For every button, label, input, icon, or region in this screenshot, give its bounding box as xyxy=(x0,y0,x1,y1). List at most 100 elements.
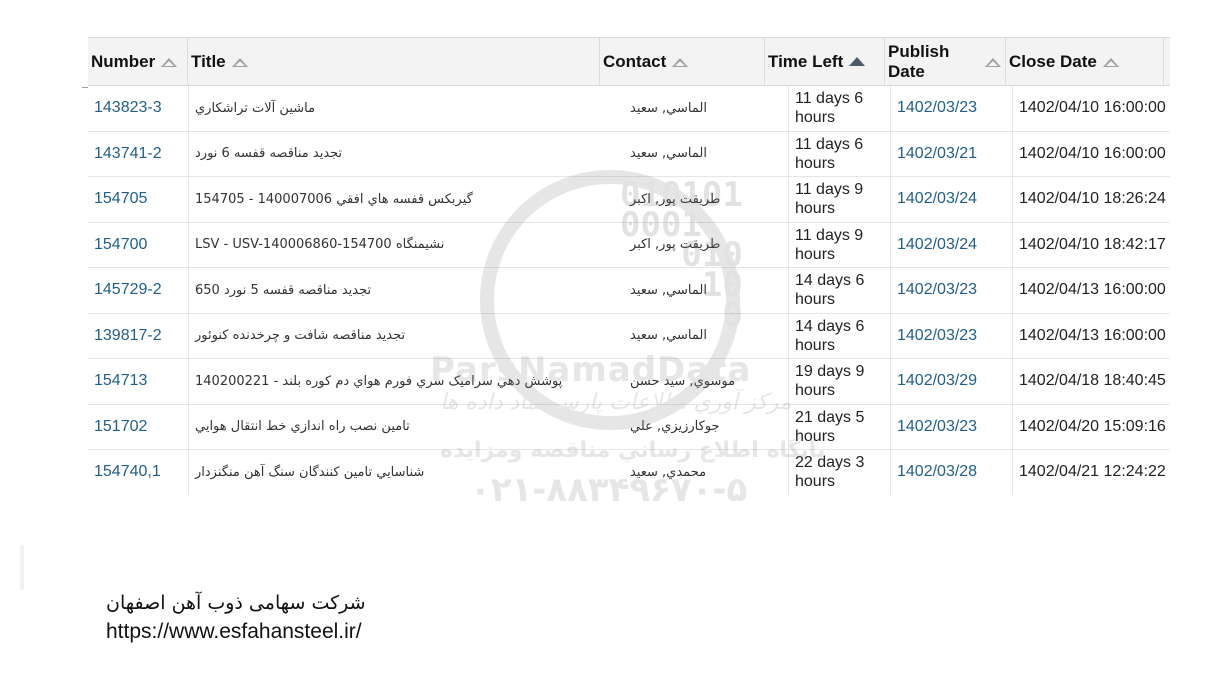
header-publish-date-label: Publish Date xyxy=(888,42,949,82)
header-number[interactable]: Number xyxy=(88,38,188,85)
time-left-hours: hours xyxy=(795,154,836,172)
tender-number-link[interactable]: 154705 xyxy=(88,177,188,222)
publish-date-link[interactable]: 1402/03/23 xyxy=(890,404,1012,449)
close-date: 1402/04/13 16:00:00 xyxy=(1012,313,1170,358)
time-left-days: 22 days 3 xyxy=(795,454,865,472)
table-row[interactable]: 154700 LSV - USV-140006860-154700 نشيمنگا… xyxy=(88,222,1170,268)
header-contact[interactable]: Contact xyxy=(600,38,765,85)
tenders-grid: Number Title Contact Time Left Publish Da… xyxy=(82,37,1170,495)
table-row[interactable]: 139817-2 تجديد مناقصه شافت و چرخدنده کنوئ… xyxy=(88,313,1170,359)
header-title[interactable]: Title xyxy=(188,38,600,85)
company-name: شرکت سهامی ذوب آهن اصفهان xyxy=(106,592,366,614)
grid-body: 143823-3 ماشين آلات تراشکاري الماسي, سعيد 1… xyxy=(88,86,1170,495)
tender-contact: موسوي, سيد حسن xyxy=(630,373,736,389)
time-left-hours: hours xyxy=(795,245,836,263)
time-left: 11 days 9 hours xyxy=(788,222,890,267)
time-left-hours: hours xyxy=(795,109,836,127)
header-contact-label: Contact xyxy=(603,51,667,71)
tender-title: ماشين آلات تراشکاري xyxy=(188,86,616,131)
publish-date-link[interactable]: 1402/03/23 xyxy=(890,86,1012,131)
publish-date-link[interactable]: 1402/03/24 xyxy=(890,222,1012,267)
time-left-hours: hours xyxy=(795,382,836,400)
close-date: 1402/04/10 18:42:17 xyxy=(1012,222,1170,267)
tender-number-link[interactable]: 154700 xyxy=(88,223,188,268)
time-left-days: 11 days 6 xyxy=(795,90,864,108)
tender-title: تجديد مناقصه قفسه 6 نورد xyxy=(188,131,616,176)
table-row[interactable]: 151702 تامين نصب راه اندازي خط انتقال هوا… xyxy=(88,404,1170,450)
table-row[interactable]: 143741-2 تجديد مناقصه قفسه 6 نورد الماسي, … xyxy=(88,131,1170,177)
sort-asc-icon xyxy=(1102,57,1119,67)
header-time-left-label: Time Left xyxy=(768,51,844,71)
tender-number-link[interactable]: 143741-2 xyxy=(88,132,188,177)
time-left: 19 days 9 hours xyxy=(788,359,890,404)
time-left-days: 14 days 6 xyxy=(795,272,865,290)
close-date: 1402/04/13 16:00:00 xyxy=(1012,268,1170,313)
header-publish-word: Publish xyxy=(888,41,950,61)
table-row[interactable]: 143823-3 ماشين آلات تراشکاري الماسي, سعيد 1… xyxy=(88,86,1170,132)
publish-date-link[interactable]: 1402/03/28 xyxy=(890,450,1012,495)
footer: شرکت سهامی ذوب آهن اصفهان https://www.es… xyxy=(106,592,366,644)
tender-contact: محمدي, سعيد xyxy=(630,464,707,480)
header-date-word: Date xyxy=(888,61,925,81)
tender-contact: الماسي, سعيد xyxy=(630,282,707,298)
header-publish-date[interactable]: Publish Date xyxy=(885,38,1006,85)
time-left: 11 days 6 hours xyxy=(788,131,890,176)
time-left-hours: hours xyxy=(795,200,836,218)
publish-date-link[interactable]: 1402/03/23 xyxy=(890,313,1012,358)
tender-contact: طريقت پور, اکبر xyxy=(630,237,721,253)
tender-number-link[interactable]: 154740,1 xyxy=(88,450,188,495)
table-row[interactable]: 154705 گيربکس قفسه هاي افقي 140007006 - 1… xyxy=(88,177,1170,223)
tender-contact: الماسي, سعيد xyxy=(630,328,707,344)
header-number-label: Number xyxy=(91,51,156,71)
tender-number-link[interactable]: 145729-2 xyxy=(88,268,188,313)
close-date: 1402/04/21 12:24:22 xyxy=(1012,450,1170,495)
left-edge-mark xyxy=(20,545,24,590)
time-left-days: 11 days 9 xyxy=(795,181,864,199)
close-date: 1402/04/18 18:40:45 xyxy=(1012,359,1170,404)
table-row[interactable]: 145729-2 تجديد مناقصه قفسه 5 نورد 650 الما… xyxy=(88,268,1170,314)
publish-date-link[interactable]: 1402/03/29 xyxy=(890,359,1012,404)
time-left: 22 days 3 hours xyxy=(788,450,890,495)
close-date: 1402/04/10 16:00:00 xyxy=(1012,86,1170,131)
time-left-hours: hours xyxy=(795,336,836,354)
tender-number-link[interactable]: 139817-2 xyxy=(88,314,188,359)
tender-title: تجديد مناقصه شافت و چرخدنده کنوئور xyxy=(188,313,616,358)
time-left-days: 19 days 9 xyxy=(795,363,865,381)
time-left-hours: hours xyxy=(795,291,836,309)
header-time-left[interactable]: Time Left xyxy=(765,38,885,85)
table-row[interactable]: 154713 پوشش دهي سراميک سري فورم هواي دم ک… xyxy=(88,359,1170,405)
tender-title: گيربکس قفسه هاي افقي 140007006 - 154705 xyxy=(188,177,616,222)
header-title-label: Title xyxy=(191,51,226,71)
tender-title: پوشش دهي سراميک سري فورم هواي دم کوره بل… xyxy=(188,359,616,404)
close-date: 1402/04/10 16:00:00 xyxy=(1012,131,1170,176)
tender-title: تامين نصب راه اندازي خط انتقال هوايي xyxy=(188,404,616,449)
time-left-days: 11 days 6 xyxy=(795,135,864,153)
time-left: 11 days 9 hours xyxy=(788,177,890,222)
publish-date-link[interactable]: 1402/03/21 xyxy=(890,131,1012,176)
header-close-date-label: Close Date xyxy=(1009,51,1097,71)
company-url[interactable]: https://www.esfahansteel.ir/ xyxy=(106,620,366,644)
publish-date-link[interactable]: 1402/03/23 xyxy=(890,268,1012,313)
tender-number-link[interactable]: 154713 xyxy=(88,359,188,404)
time-left-days: 14 days 6 xyxy=(795,317,865,335)
sort-active-asc-icon xyxy=(849,57,866,66)
time-left: 14 days 6 hours xyxy=(788,268,890,313)
time-left-days: 21 days 5 xyxy=(795,408,865,426)
publish-date-link[interactable]: 1402/03/24 xyxy=(890,177,1012,222)
tender-contact: الماسي, سعيد xyxy=(630,146,707,162)
time-left: 14 days 6 hours xyxy=(788,313,890,358)
tender-number-link[interactable]: 143823-3 xyxy=(88,86,188,131)
time-left-hours: hours xyxy=(795,427,836,445)
close-date: 1402/04/10 18:26:24 xyxy=(1012,177,1170,222)
sort-asc-icon xyxy=(985,57,1001,67)
time-left: 21 days 5 hours xyxy=(788,404,890,449)
time-left: 11 days 6 hours xyxy=(788,86,890,131)
tender-title: تجديد مناقصه قفسه 5 نورد 650 xyxy=(188,268,616,313)
tender-number-link[interactable]: 151702 xyxy=(88,405,188,450)
tender-contact: طريقت پور, اکبر xyxy=(630,191,721,207)
tender-contact: الماسي, سعيد xyxy=(630,100,707,116)
sort-asc-icon xyxy=(672,57,689,67)
table-row[interactable]: 154740,1 شناسايي تامين کنندگان سنگ آهن من… xyxy=(88,450,1170,495)
header-close-date[interactable]: Close Date xyxy=(1006,38,1164,85)
sort-asc-icon xyxy=(231,57,248,67)
